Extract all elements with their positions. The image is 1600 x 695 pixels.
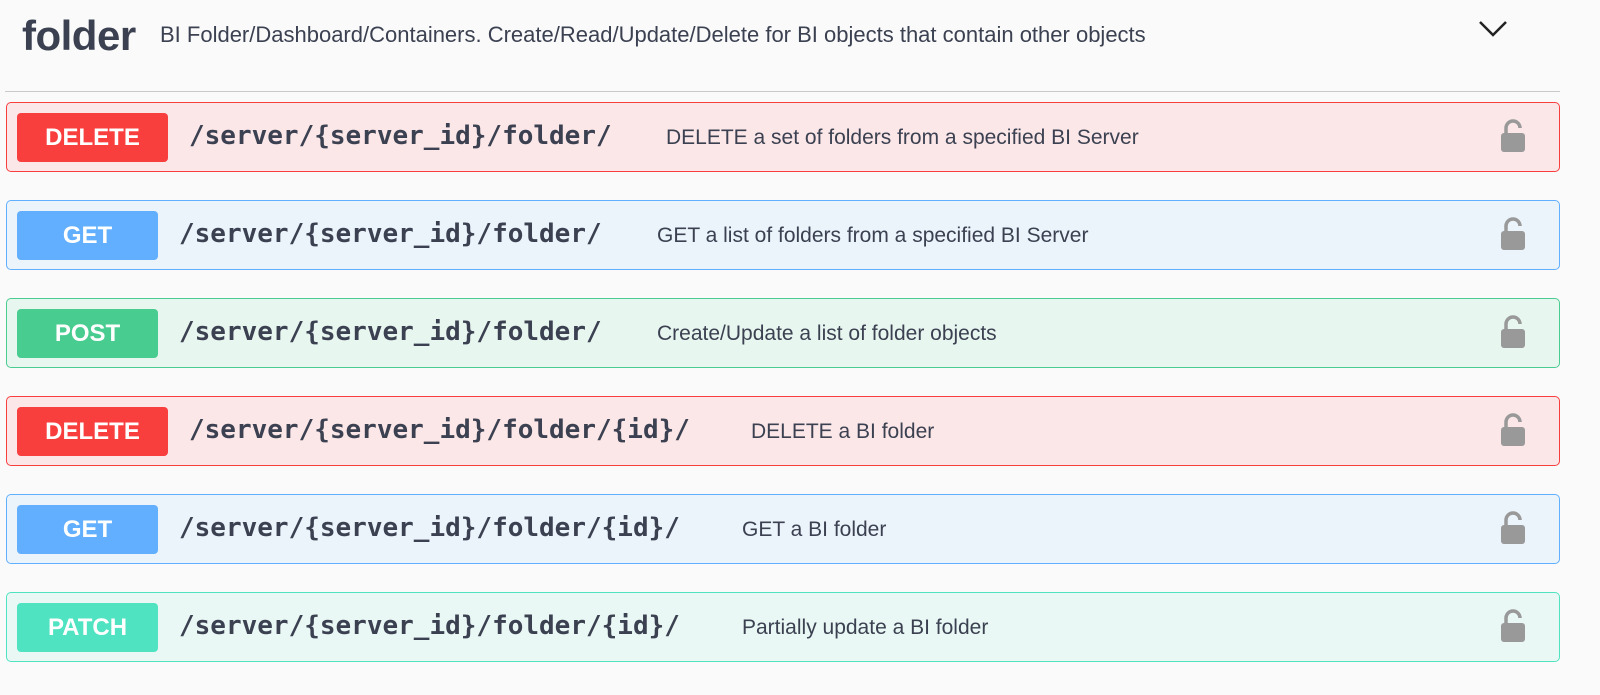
- operation-post-folders[interactable]: POST /server/{server_id}/folder/ Create/…: [6, 298, 1560, 368]
- lock-open-icon[interactable]: [1498, 118, 1528, 154]
- tag-description: BI Folder/Dashboard/Containers. Create/R…: [160, 22, 1146, 47]
- method-badge: GET: [17, 505, 158, 554]
- operation-summary: Create/Update a list of folder objects: [657, 322, 997, 345]
- lock-open-icon[interactable]: [1498, 412, 1528, 448]
- chevron-down-icon[interactable]: [1477, 16, 1509, 40]
- operation-summary: GET a list of folders from a specified B…: [657, 224, 1089, 247]
- operation-summary: DELETE a set of folders from a specified…: [666, 126, 1139, 149]
- method-badge: POST: [17, 309, 158, 358]
- lock-open-icon[interactable]: [1498, 510, 1528, 546]
- operation-path: /server/{server_id}/folder/{id}/: [179, 513, 680, 543]
- method-badge: DELETE: [17, 407, 168, 456]
- method-badge: PATCH: [17, 603, 158, 652]
- operation-delete-folders[interactable]: DELETE /server/{server_id}/folder/ DELET…: [6, 102, 1560, 172]
- tag-section-header[interactable]: folder BI Folder/Dashboard/Containers. C…: [0, 0, 1600, 93]
- operation-path: /server/{server_id}/folder/: [189, 121, 612, 151]
- tag-title: folder: [22, 12, 136, 59]
- operation-get-folders[interactable]: GET /server/{server_id}/folder/ GET a li…: [6, 200, 1560, 270]
- operation-path: /server/{server_id}/folder/: [179, 317, 602, 347]
- operation-summary: DELETE a BI folder: [751, 420, 935, 443]
- operation-path: /server/{server_id}/folder/: [179, 219, 602, 249]
- operation-patch-folder[interactable]: PATCH /server/{server_id}/folder/{id}/ P…: [6, 592, 1560, 662]
- method-badge: GET: [17, 211, 158, 260]
- operation-get-folder[interactable]: GET /server/{server_id}/folder/{id}/ GET…: [6, 494, 1560, 564]
- operation-summary: Partially update a BI folder: [742, 616, 989, 639]
- operation-summary: GET a BI folder: [742, 518, 887, 541]
- lock-open-icon[interactable]: [1498, 608, 1528, 644]
- section-divider: [5, 91, 1560, 92]
- lock-open-icon[interactable]: [1498, 314, 1528, 350]
- method-badge: DELETE: [17, 113, 168, 162]
- lock-open-icon[interactable]: [1498, 216, 1528, 252]
- operation-delete-folder[interactable]: DELETE /server/{server_id}/folder/{id}/ …: [6, 396, 1560, 466]
- operation-path: /server/{server_id}/folder/{id}/: [179, 611, 680, 641]
- operation-path: /server/{server_id}/folder/{id}/: [189, 415, 690, 445]
